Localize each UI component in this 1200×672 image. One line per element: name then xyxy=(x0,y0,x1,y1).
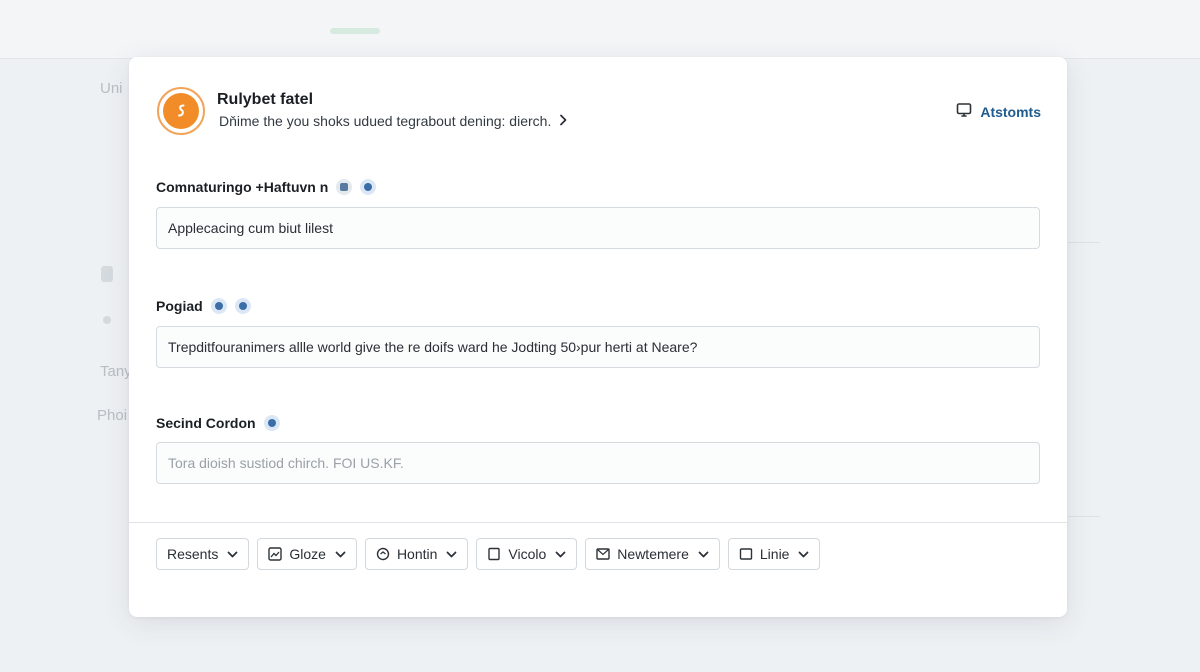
square-icon xyxy=(739,547,753,561)
chat-badge-icon[interactable] xyxy=(210,298,227,314)
accounts-label: Atstomts xyxy=(980,103,1041,120)
dropdown-label: Gloze xyxy=(289,546,326,562)
text-field-2[interactable]: Trepditfouranimers allle world give the … xyxy=(156,326,1040,368)
chevron-down-icon xyxy=(798,551,809,558)
background-topbar-accent xyxy=(330,28,380,34)
footer-divider xyxy=(129,522,1067,523)
dropdown-label: Linie xyxy=(759,546,790,562)
help-badge-icon[interactable] xyxy=(360,179,377,195)
text-field-value: Trepditfouranimers allle world give the … xyxy=(168,339,698,355)
chevron-down-icon xyxy=(555,551,566,558)
field-label-text: Secind Cordon xyxy=(156,415,256,431)
dropdown-label: Vicolo xyxy=(508,546,547,562)
help-badge-icon[interactable] xyxy=(263,415,280,431)
background-dot xyxy=(103,316,111,324)
resents-dropdown[interactable]: Resents xyxy=(156,538,250,570)
monitor-icon xyxy=(956,102,972,121)
chevron-right-icon xyxy=(559,113,567,129)
refresh-icon xyxy=(376,547,390,561)
hontin-dropdown[interactable]: Hontin xyxy=(364,538,469,570)
dialog-subtitle-link[interactable]: Dňime the you shoks udued tegrabout deni… xyxy=(219,113,567,129)
help-badge-icon[interactable] xyxy=(234,298,251,314)
text-field-value: Tora dioish sustiod chirch. FOI US.KF. xyxy=(168,455,404,471)
linie-dropdown[interactable]: Linie xyxy=(727,538,821,570)
dialog-subtitle-text: Dňime the you shoks udued tegrabout deni… xyxy=(219,113,552,129)
chevron-down-icon xyxy=(446,551,457,558)
chevron-down-icon xyxy=(335,551,346,558)
accounts-button[interactable]: Atstomts xyxy=(956,102,1041,121)
background-label: Phoi xyxy=(97,407,128,424)
background-divider xyxy=(1068,516,1100,517)
newtemere-dropdown[interactable]: Newtemere xyxy=(585,538,720,570)
background-label: Uni xyxy=(100,80,123,97)
text-field-3[interactable]: Tora dioish sustiod chirch. FOI US.KF. xyxy=(156,442,1040,484)
field-label-1: Comnaturingo +Haftuvn n xyxy=(156,179,377,195)
chevron-down-icon xyxy=(227,551,238,558)
field-label-3: Secind Cordon xyxy=(156,415,280,431)
field-label-2: Pogiad xyxy=(156,298,251,314)
vicolo-dropdown[interactable]: Vicolo xyxy=(476,538,578,570)
background-topbar xyxy=(0,0,1200,59)
mail-image-icon xyxy=(596,547,610,561)
field-label-text: Pogiad xyxy=(156,298,203,314)
info-badge-icon[interactable] xyxy=(336,179,353,195)
dropdown-label: Newtemere xyxy=(617,546,689,562)
settings-dialog: Rulybet fatel Dňime the you shoks udued … xyxy=(129,57,1067,617)
dropdown-label: Hontin xyxy=(396,546,438,562)
square-icon xyxy=(487,547,501,561)
dialog-title: Rulybet fatel xyxy=(217,91,314,108)
chevron-down-icon xyxy=(698,551,709,558)
field-label-text: Comnaturingo +Haftuvn n xyxy=(156,179,329,195)
background-divider xyxy=(1068,242,1100,243)
orange-logo-icon xyxy=(157,87,205,135)
text-field-1[interactable]: Applecacing cum biut lilest xyxy=(156,207,1040,249)
text-field-value: Applecacing cum biut lilest xyxy=(168,220,333,236)
footer-toolbar: Resents Gloze Hontin Vicolo Newtemere Li… xyxy=(156,538,821,570)
image-icon xyxy=(268,547,283,561)
gloze-dropdown[interactable]: Gloze xyxy=(257,538,357,570)
background-checkbox xyxy=(101,266,113,282)
dropdown-label: Resents xyxy=(167,546,219,562)
background-label: Tany xyxy=(100,363,132,380)
